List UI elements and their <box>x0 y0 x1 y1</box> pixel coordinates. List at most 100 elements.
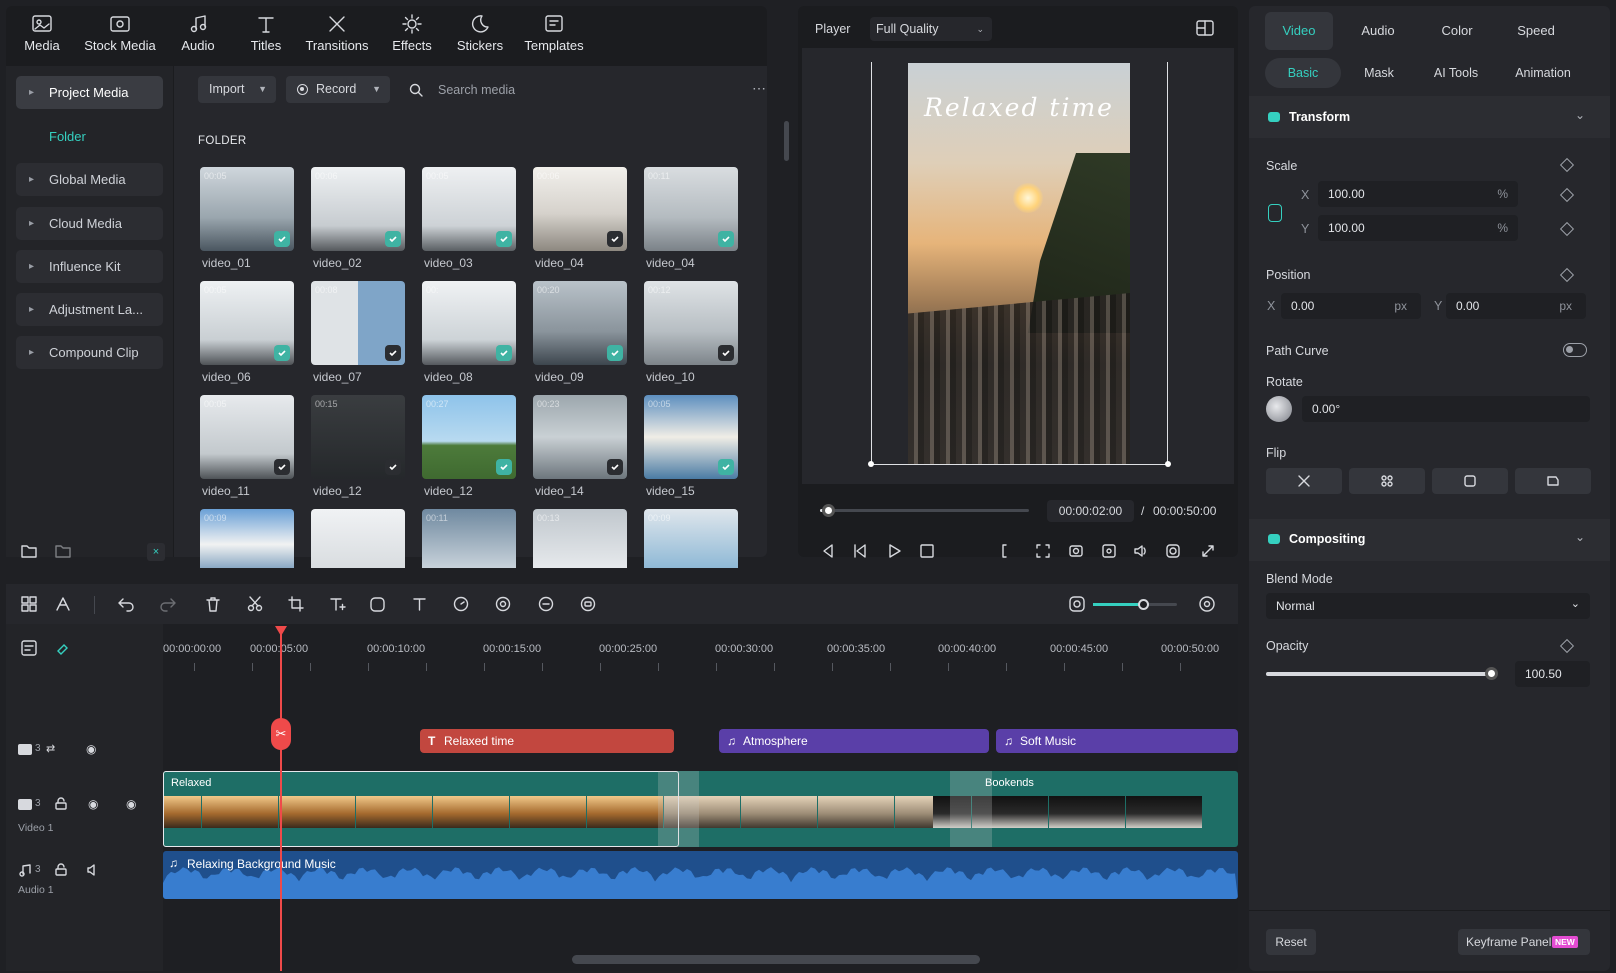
media-thumbnail[interactable]: 00:15 <box>311 395 405 479</box>
current-time[interactable]: 00:00:02:00 <box>1047 500 1134 522</box>
sidebar-item-global-media[interactable]: ▸ Global Media <box>16 163 163 196</box>
color-match-icon[interactable] <box>494 595 512 613</box>
shape-icon[interactable] <box>369 595 387 613</box>
layout-icon[interactable] <box>1195 19 1215 37</box>
volume-icon[interactable] <box>1133 543 1149 559</box>
sidebar-item-influence-kit[interactable]: ▸ Influence Kit <box>16 250 163 283</box>
subtab-basic[interactable]: Basic <box>1265 58 1341 88</box>
scale-x-field[interactable]: 100.00% <box>1318 181 1518 207</box>
toolbar-transitions[interactable]: Transitions <box>302 14 372 53</box>
playhead-line[interactable] <box>280 630 282 971</box>
add-track-icon[interactable] <box>20 639 38 657</box>
playback-track[interactable] <box>820 504 1029 517</box>
previous-frame-icon[interactable] <box>820 543 836 559</box>
media-thumbnail[interactable]: 00: <box>422 281 516 365</box>
link-scale-icon[interactable] <box>1268 204 1282 222</box>
blend-mode-select[interactable]: Normal ⌄ <box>1266 593 1590 619</box>
magnet-icon[interactable] <box>54 639 72 657</box>
undo-icon[interactable] <box>117 595 135 613</box>
rotate-right-button[interactable] <box>1515 468 1591 494</box>
media-thumbnail[interactable]: 00:11 <box>644 167 738 251</box>
rotate-field[interactable]: 0.00° <box>1302 396 1590 422</box>
sidebar-item-cloud-media[interactable]: ▸ Cloud Media <box>16 207 163 240</box>
lock-icon[interactable] <box>54 797 68 811</box>
media-thumbnail[interactable]: 00:05 <box>200 395 294 479</box>
title-clip[interactable]: T Relaxed time <box>420 729 674 753</box>
delete-icon[interactable] <box>204 595 222 613</box>
sidebar-item-compound-clip[interactable]: ▸ Compound Clip <box>16 336 163 369</box>
subtab-ai-tools[interactable]: AI Tools <box>1418 58 1494 88</box>
media-thumbnail[interactable]: 00:08 <box>311 281 405 365</box>
lock-icon[interactable] <box>54 863 68 877</box>
keyframe-panel-button[interactable]: Keyframe Panel NEW <box>1458 929 1590 955</box>
folder-icon[interactable] <box>54 543 72 559</box>
speaker-icon[interactable] <box>86 863 100 877</box>
cut-icon[interactable] <box>246 595 264 613</box>
toolbar-audio[interactable]: Audio <box>172 14 224 53</box>
play-icon[interactable] <box>886 543 902 559</box>
sidebar-item-project-media[interactable]: ▸ Project Media <box>16 76 163 109</box>
media-thumbnail[interactable]: 00:09 <box>200 509 294 568</box>
rotate-dial[interactable] <box>1266 396 1292 422</box>
selection-bounds[interactable] <box>871 62 1168 465</box>
toolbar-stock-media[interactable]: Stock Media <box>80 14 160 53</box>
timeline-layout-icon[interactable] <box>20 595 38 613</box>
redo-icon[interactable] <box>159 595 177 613</box>
new-folder-icon[interactable] <box>20 543 38 559</box>
toolbar-effects[interactable]: Effects <box>384 14 440 53</box>
text-to-speech-icon[interactable] <box>411 595 429 613</box>
transition-marker[interactable] <box>658 771 699 847</box>
media-thumbnail[interactable] <box>311 509 405 568</box>
toolbar-stickers[interactable]: Stickers <box>452 14 508 53</box>
toolbar-templates[interactable]: Templates <box>518 14 590 53</box>
opacity-slider[interactable] <box>1266 667 1499 680</box>
media-thumbnail[interactable]: 00:06 <box>311 167 405 251</box>
ai-cutout-icon[interactable] <box>537 595 555 613</box>
more-options-icon[interactable]: ⋯ <box>752 80 767 97</box>
quality-select[interactable]: Full Quality ⌄ <box>870 17 992 41</box>
subtab-animation[interactable]: Animation <box>1498 58 1588 88</box>
tab-speed[interactable]: Speed <box>1502 12 1570 50</box>
scale-y-field[interactable]: 100.00% <box>1318 215 1518 241</box>
section-toggle-icon[interactable] <box>1268 534 1280 544</box>
step-back-icon[interactable] <box>852 543 868 559</box>
screenshot-icon[interactable] <box>1165 543 1181 559</box>
mark-in-icon[interactable] <box>996 543 1012 559</box>
render-preview-icon[interactable] <box>1101 543 1117 559</box>
media-thumbnail[interactable]: 00:23 <box>533 395 627 479</box>
toolbar-titles[interactable]: Titles <box>240 14 292 53</box>
flip-horizontal-button[interactable] <box>1266 468 1342 494</box>
collapse-sidebar-icon[interactable]: × <box>147 543 165 561</box>
position-x-field[interactable]: 0.00 px <box>1281 293 1421 319</box>
media-thumbnail[interactable]: 00:12 <box>644 281 738 365</box>
record-voice-icon[interactable] <box>579 595 597 613</box>
ai-tools-icon[interactable] <box>54 595 72 613</box>
media-thumbnail[interactable]: 00:09 <box>644 509 738 568</box>
atmosphere-clip[interactable]: ♫ Atmosphere <box>719 729 989 753</box>
sidebar-item-adjustment-layer[interactable]: ▸ Adjustment La... <box>16 293 163 326</box>
title-track-link-icon[interactable]: ⇄ <box>46 742 55 755</box>
rotate-left-button[interactable] <box>1432 468 1508 494</box>
timeline-settings-icon[interactable] <box>1198 595 1216 613</box>
resize-handle[interactable] <box>1165 461 1171 467</box>
snapshot-icon[interactable] <box>1068 543 1084 559</box>
media-thumbnail[interactable]: 00:11 <box>422 509 516 568</box>
media-thumbnail[interactable]: 00:06 <box>533 167 627 251</box>
import-button[interactable]: Import ▼ <box>198 76 276 103</box>
tab-video[interactable]: Video <box>1265 12 1333 50</box>
zoom-out-icon[interactable] <box>1068 595 1086 613</box>
media-thumbnail[interactable]: 00:05 <box>644 395 738 479</box>
opacity-field[interactable]: 100.50 <box>1515 661 1590 687</box>
path-curve-toggle[interactable] <box>1563 343 1587 357</box>
split-scissors-icon[interactable]: ✂ <box>271 718 291 750</box>
subtab-mask[interactable]: Mask <box>1346 58 1412 88</box>
tab-audio[interactable]: Audio <box>1344 12 1412 50</box>
video-track-audio-icon[interactable]: ◉ <box>126 797 136 811</box>
chevron-down-icon[interactable]: ⌄ <box>1575 108 1585 122</box>
video-track-eye-icon[interactable]: ◉ <box>88 797 98 811</box>
media-thumbnail[interactable]: 00:13 <box>533 509 627 568</box>
tab-color[interactable]: Color <box>1423 12 1491 50</box>
crop-frame-icon[interactable] <box>1035 543 1051 559</box>
title-track-eye-icon[interactable]: ◉ <box>86 742 96 756</box>
timeline-horizontal-scrollbar[interactable] <box>572 955 980 964</box>
